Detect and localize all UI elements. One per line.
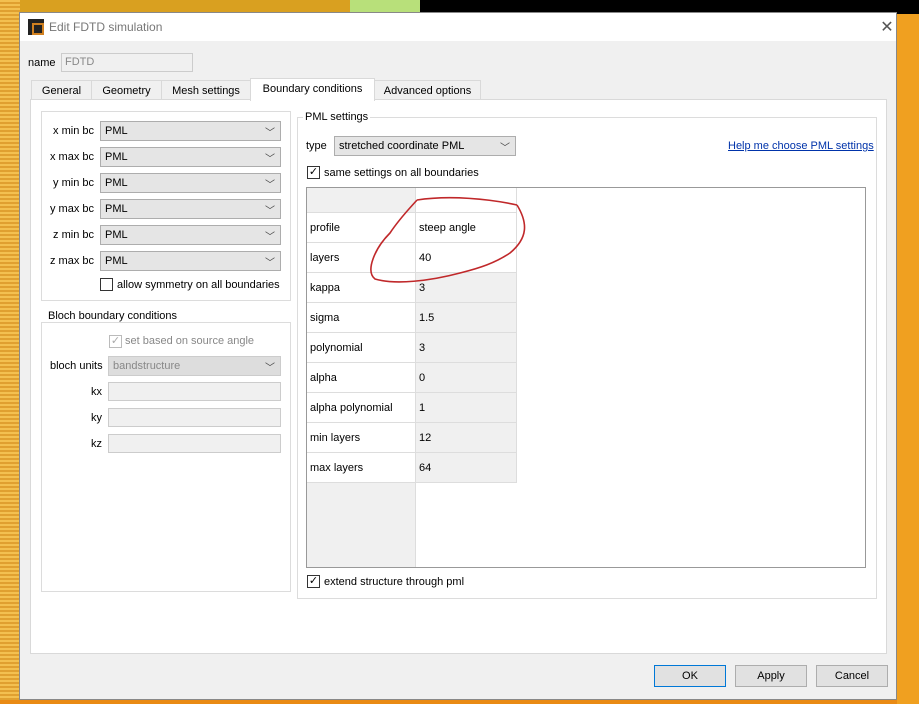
bc-label: x min bc bbox=[53, 125, 94, 137]
ky-input[interactable] bbox=[108, 408, 281, 427]
same-settings-checkbox[interactable]: ✓ bbox=[307, 166, 320, 179]
tab-mesh-settings[interactable]: Mesh settings bbox=[161, 80, 251, 100]
pml-param-name: sigma bbox=[307, 303, 416, 333]
pml-param-value[interactable]: 3 bbox=[416, 333, 517, 363]
bloch-units-select[interactable]: bandstructure ﹀ bbox=[108, 356, 281, 376]
same-settings-label: same settings on all boundaries bbox=[324, 167, 479, 179]
tab-boundary-conditions[interactable]: Boundary conditions bbox=[250, 78, 375, 101]
title-bar: Edit FDTD simulation ✕ bbox=[20, 13, 896, 41]
chevron-down-icon: ﹀ bbox=[265, 232, 275, 243]
chevron-down-icon: ﹀ bbox=[265, 206, 275, 217]
kx-input[interactable] bbox=[108, 382, 281, 401]
pml-param-name: alpha polynomial bbox=[307, 393, 416, 423]
pml-group-title: PML settings bbox=[303, 111, 371, 123]
bc-label: y max bc bbox=[49, 203, 94, 215]
extend-structure-checkbox[interactable]: ✓ bbox=[307, 575, 320, 588]
pml-type-select[interactable]: stretched coordinate PML ﹀ bbox=[334, 136, 516, 156]
bc-value: PML bbox=[105, 255, 128, 267]
red-annotation-circle bbox=[370, 196, 526, 283]
bc-select[interactable]: PML ﹀ bbox=[100, 199, 281, 219]
pml-param-name: alpha bbox=[307, 363, 416, 393]
bc-value: PML bbox=[105, 177, 128, 189]
tab-advanced-options[interactable]: Advanced options bbox=[374, 80, 481, 100]
pml-param-name: polynomial bbox=[307, 333, 416, 363]
pml-param-value[interactable]: 64 bbox=[416, 453, 517, 483]
chevron-down-icon: ﹀ bbox=[265, 154, 275, 165]
allow-symmetry-checkbox[interactable] bbox=[100, 278, 113, 291]
kx-label: kx bbox=[91, 386, 102, 398]
window-title: Edit FDTD simulation bbox=[49, 20, 163, 34]
bc-label: z min bc bbox=[53, 229, 94, 241]
edit-fdtd-dialog: Edit FDTD simulation ✕ name FDTD General… bbox=[19, 12, 897, 700]
ok-button[interactable]: OK bbox=[654, 665, 726, 687]
bloch-units-label: bloch units bbox=[50, 360, 103, 372]
bc-label: y min bc bbox=[53, 177, 94, 189]
bc-select[interactable]: PML ﹀ bbox=[100, 147, 281, 167]
cancel-button[interactable]: Cancel bbox=[816, 665, 888, 687]
set-based-on-source-angle-checkbox[interactable]: ✓ bbox=[109, 335, 122, 348]
bc-value: PML bbox=[105, 151, 128, 163]
set-based-label: set based on source angle bbox=[125, 335, 255, 347]
bc-select[interactable]: PML ﹀ bbox=[100, 173, 281, 193]
kz-label: kz bbox=[91, 438, 102, 450]
pml-param-name: min layers bbox=[307, 423, 416, 453]
bc-value: PML bbox=[105, 229, 128, 241]
close-icon[interactable]: ✕ bbox=[877, 17, 897, 37]
bloch-units-value: bandstructure bbox=[113, 360, 181, 372]
tab-geometry[interactable]: Geometry bbox=[91, 80, 162, 100]
bc-value: PML bbox=[105, 203, 128, 215]
chevron-down-icon: ﹀ bbox=[265, 180, 275, 191]
tab-general[interactable]: General bbox=[31, 80, 92, 100]
bc-select[interactable]: PML ﹀ bbox=[100, 225, 281, 245]
bloch-group-title: Bloch boundary conditions bbox=[46, 310, 180, 322]
chevron-down-icon: ﹀ bbox=[500, 143, 510, 154]
bc-label: x max bc bbox=[49, 151, 94, 163]
pml-type-value: stretched coordinate PML bbox=[339, 140, 465, 152]
pml-param-value[interactable]: 1.5 bbox=[416, 303, 517, 333]
allow-symmetry-label: allow symmetry on all boundaries bbox=[117, 279, 280, 291]
pml-param-value[interactable]: 1 bbox=[416, 393, 517, 423]
background bbox=[0, 0, 20, 700]
pml-param-name: max layers bbox=[307, 453, 416, 483]
app-icon bbox=[28, 19, 44, 35]
extend-structure-label: extend structure through pml bbox=[324, 576, 465, 588]
chevron-down-icon: ﹀ bbox=[265, 128, 275, 139]
apply-button[interactable]: Apply bbox=[735, 665, 807, 687]
bc-select[interactable]: PML ﹀ bbox=[100, 121, 281, 141]
bc-value: PML bbox=[105, 125, 128, 137]
ky-label: ky bbox=[91, 412, 102, 424]
chevron-down-icon: ﹀ bbox=[265, 363, 275, 374]
bc-select[interactable]: PML ﹀ bbox=[100, 251, 281, 271]
background bbox=[897, 14, 919, 704]
kz-input[interactable] bbox=[108, 434, 281, 453]
pml-type-label: type bbox=[306, 140, 327, 152]
name-label: name bbox=[28, 57, 56, 69]
pml-param-value[interactable]: 0 bbox=[416, 363, 517, 393]
chevron-down-icon: ﹀ bbox=[265, 258, 275, 269]
pml-param-value[interactable]: 12 bbox=[416, 423, 517, 453]
help-pml-link[interactable]: Help me choose PML settings bbox=[728, 140, 874, 152]
bc-label: z max bc bbox=[49, 255, 94, 267]
name-input[interactable]: FDTD bbox=[61, 53, 193, 72]
